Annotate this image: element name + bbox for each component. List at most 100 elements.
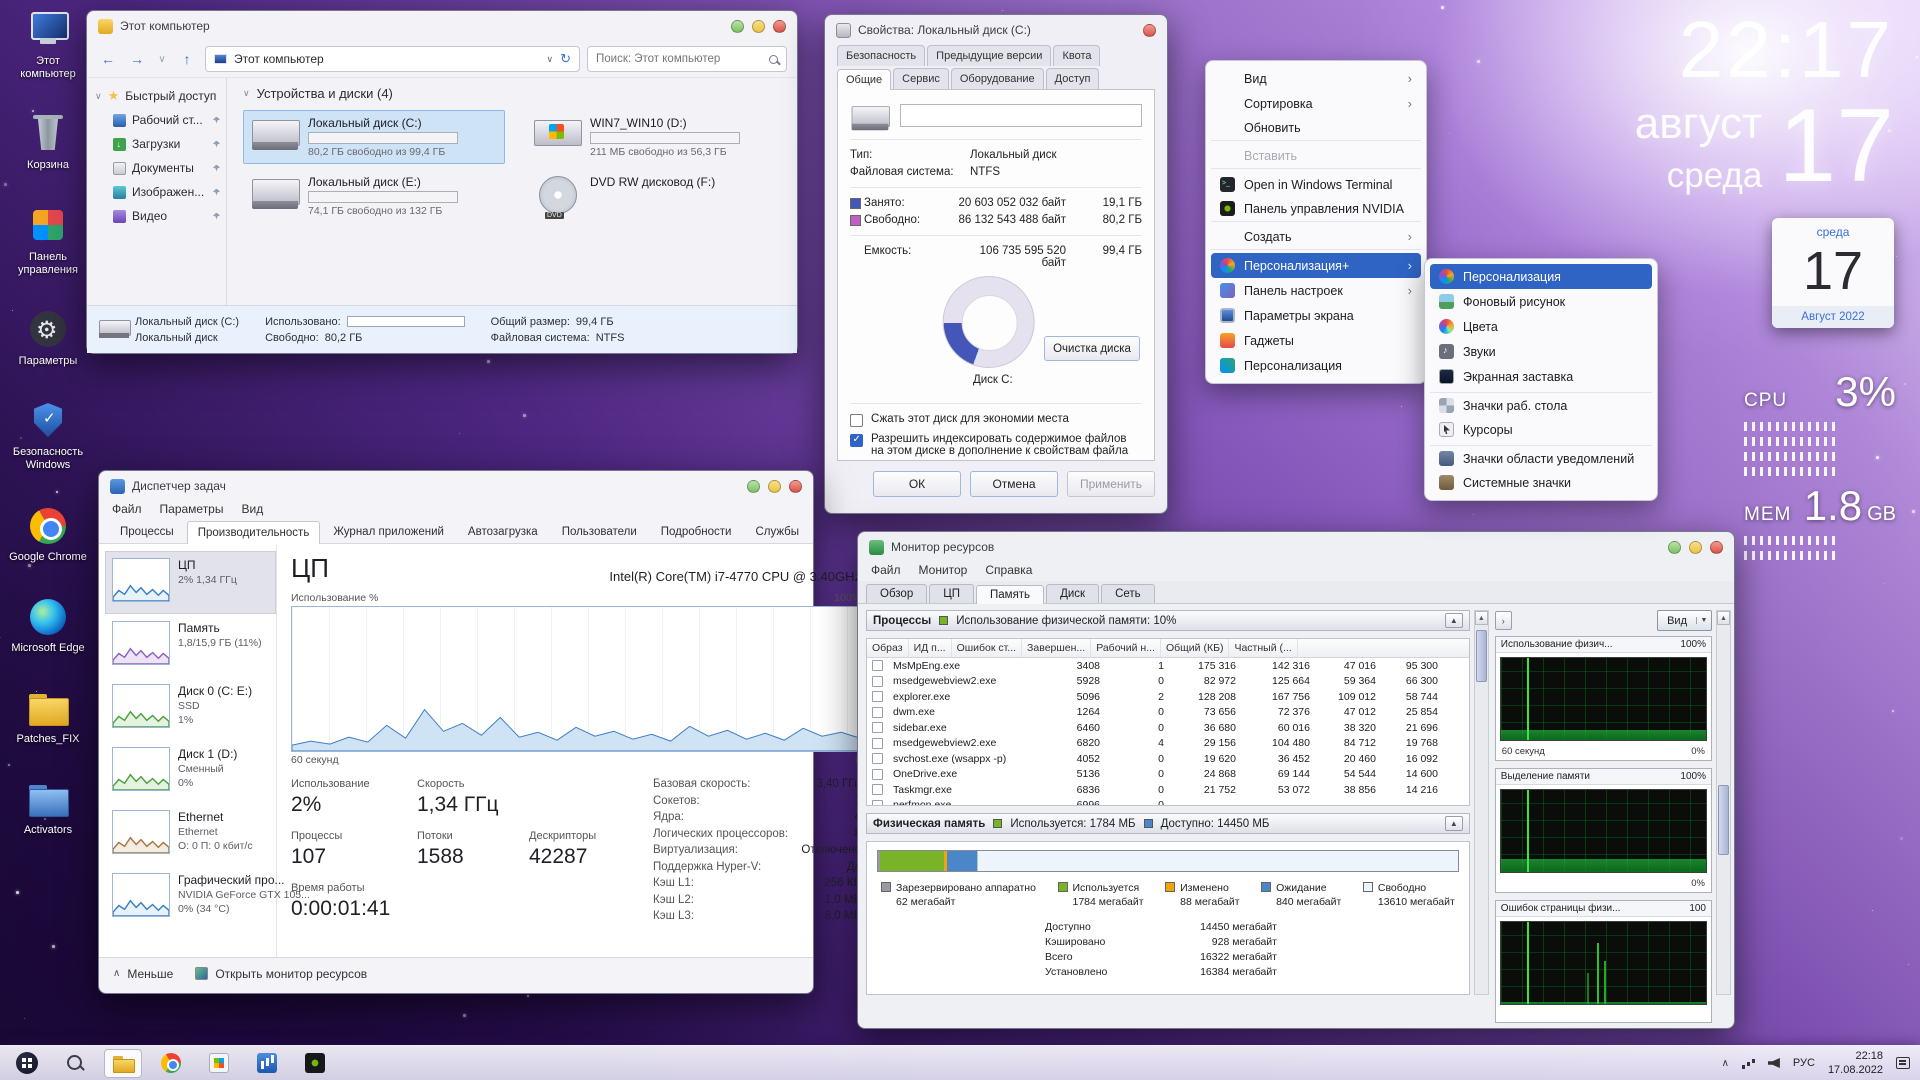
column-header[interactable]: Завершен... bbox=[1022, 639, 1091, 657]
performance-card[interactable]: Диск 0 (C: E:) SSD 1% bbox=[105, 677, 276, 740]
task-manager-tab[interactable]: Процессы bbox=[109, 520, 185, 543]
refresh-icon[interactable]: ↻ bbox=[560, 51, 571, 67]
process-checkbox[interactable] bbox=[872, 800, 883, 806]
sidebar-item[interactable]: Загрузки bbox=[95, 132, 226, 156]
process-row[interactable]: sidebar.exe 6460 0 36 680 60 016 38 320 … bbox=[867, 720, 1469, 736]
properties-tab[interactable]: Общие bbox=[837, 69, 891, 90]
submenu-item[interactable]: Цвета bbox=[1430, 314, 1652, 339]
resource-monitor-tab[interactable]: ЦП bbox=[929, 584, 974, 603]
search-input[interactable] bbox=[596, 53, 763, 65]
menubar-item[interactable]: Справка bbox=[985, 563, 1032, 577]
process-row[interactable]: msedgewebview2.exe 5928 0 82 972 125 664… bbox=[867, 674, 1469, 690]
submenu-item[interactable]: Звуки bbox=[1430, 339, 1652, 364]
taskbar-app-button[interactable] bbox=[152, 1049, 190, 1078]
process-row[interactable]: svchost.exe (wsappx -p) 4052 0 19 620 36… bbox=[867, 751, 1469, 767]
properties-tab[interactable]: Предыдущие версии bbox=[927, 45, 1051, 66]
performance-card[interactable]: Ethernet Ethernet О: 0 П: 0 кбит/с bbox=[105, 803, 276, 866]
process-checkbox[interactable] bbox=[872, 707, 883, 718]
performance-card[interactable]: ЦП 2% 1,34 ГГц bbox=[105, 551, 276, 614]
properties-titlebar[interactable]: Свойства: Локальный диск (C:) bbox=[825, 15, 1167, 45]
minimize-button[interactable] bbox=[731, 20, 744, 33]
maximize-button[interactable] bbox=[1689, 541, 1702, 554]
column-header[interactable]: ИД п... bbox=[909, 639, 952, 657]
resource-monitor-tab[interactable]: Диск bbox=[1046, 584, 1099, 603]
taskbar-app-button[interactable] bbox=[296, 1049, 334, 1078]
tray-clock[interactable]: 22:18 17.08.2022 bbox=[1828, 1049, 1883, 1078]
collapse-button[interactable]: ▲ bbox=[1445, 613, 1463, 628]
menu-item[interactable]: Персонализация bbox=[1211, 353, 1421, 378]
close-button[interactable] bbox=[1143, 24, 1156, 37]
drive-tile[interactable]: Локальный диск (C:) 80,2 ГБ свободно из … bbox=[243, 110, 505, 164]
sidebar-item[interactable]: Рабочий ст... bbox=[95, 108, 226, 132]
physical-memory-section-header[interactable]: Физическая память Используется: 1784 МБ … bbox=[866, 813, 1470, 834]
disk-cleanup-button[interactable]: Очистка диска bbox=[1044, 336, 1140, 361]
menu-item[interactable]: Сортировка bbox=[1211, 91, 1421, 116]
submenu-item[interactable]: Курсоры bbox=[1430, 417, 1652, 442]
forward-button[interactable]: → bbox=[126, 48, 148, 70]
desktop-icon[interactable]: Microsoft Edge bbox=[6, 597, 90, 655]
menu-item[interactable]: Гаджеты bbox=[1211, 328, 1421, 353]
processes-section-header[interactable]: Процессы Использование физической памяти… bbox=[866, 610, 1470, 631]
address-bar[interactable]: Этот компьютер ∨ ↻ bbox=[205, 46, 580, 72]
task-manager-tab[interactable]: Службы bbox=[744, 520, 810, 543]
desktop-icon[interactable]: Безопасность Windows bbox=[6, 401, 90, 472]
cancel-button[interactable]: Отмена bbox=[970, 471, 1058, 497]
minimize-button[interactable] bbox=[747, 480, 760, 493]
index-checkbox[interactable] bbox=[850, 434, 863, 447]
menu-item[interactable]: Создать bbox=[1211, 225, 1421, 250]
task-manager-tab[interactable]: Подробности bbox=[650, 520, 743, 543]
process-checkbox[interactable] bbox=[872, 784, 883, 795]
task-manager-tab[interactable]: Журнал приложений bbox=[322, 520, 455, 543]
task-manager-tab[interactable]: Пользователи bbox=[551, 520, 648, 543]
sidebar-item[interactable]: Изображен... bbox=[95, 180, 226, 204]
scrollbar-thumb[interactable] bbox=[1476, 630, 1487, 682]
process-checkbox[interactable] bbox=[872, 722, 883, 733]
process-checkbox[interactable] bbox=[872, 691, 883, 702]
apply-button[interactable]: Применить bbox=[1067, 471, 1155, 497]
taskbar-app-button[interactable] bbox=[56, 1049, 94, 1078]
process-row[interactable]: OneDrive.exe 5136 0 24 868 69 144 54 544… bbox=[867, 767, 1469, 783]
taskbar-app-button[interactable] bbox=[200, 1049, 238, 1078]
submenu-item[interactable]: Фоновый рисунок bbox=[1430, 289, 1652, 314]
properties-tab[interactable]: Безопасность bbox=[837, 45, 925, 66]
process-checkbox[interactable] bbox=[872, 676, 883, 687]
process-checkbox[interactable] bbox=[872, 769, 883, 780]
scroll-up-arrow[interactable]: ▲ bbox=[1475, 611, 1488, 625]
process-row[interactable]: msedgewebview2.exe 6820 4 29 156 104 480… bbox=[867, 736, 1469, 752]
process-checkbox[interactable] bbox=[872, 753, 883, 764]
explorer-titlebar[interactable]: Этот компьютер bbox=[87, 11, 797, 41]
column-header[interactable]: Образ bbox=[867, 639, 909, 657]
desktop-icon[interactable]: Patches_FIX bbox=[6, 688, 90, 746]
process-checkbox[interactable] bbox=[872, 660, 883, 671]
submenu-item[interactable]: Экранная заставка bbox=[1430, 364, 1652, 389]
process-row[interactable]: explorer.exe 5096 2 128 208 167 756 109 … bbox=[867, 689, 1469, 705]
desktop-icon[interactable]: Google Chrome bbox=[6, 506, 90, 564]
scroll-up-arrow[interactable]: ▲ bbox=[1717, 611, 1730, 625]
process-row[interactable]: dwm.exe 1264 0 73 656 72 376 47 012 25 8… bbox=[867, 705, 1469, 721]
taskbar-app-button[interactable] bbox=[248, 1049, 286, 1078]
drive-tile[interactable]: DVD RW дисковод (F:) bbox=[525, 169, 787, 223]
performance-card[interactable]: Память 1,8/15,9 ГБ (11%) bbox=[105, 614, 276, 677]
sidebar-item[interactable]: Документы bbox=[95, 156, 226, 180]
submenu-item[interactable]: Значки раб. стола bbox=[1430, 392, 1652, 417]
menubar-item[interactable]: Параметры bbox=[160, 502, 224, 516]
drive-tile[interactable]: WIN7_WIN10 (D:) 211 МБ свободно из 56,3 … bbox=[525, 110, 787, 164]
menu-item[interactable]: Панель настроек bbox=[1211, 278, 1421, 303]
performance-card[interactable]: Диск 1 (D:) Сменный 0% bbox=[105, 740, 276, 803]
volume-label-input[interactable] bbox=[900, 104, 1142, 127]
menu-item[interactable]: Параметры экрана bbox=[1211, 303, 1421, 328]
open-resource-monitor-link[interactable]: Открыть монитор ресурсов bbox=[195, 967, 367, 981]
sidebar-quick-access[interactable]: ∨ ★ Быстрый доступ bbox=[95, 84, 226, 108]
address-dropdown-chevron[interactable]: ∨ bbox=[547, 54, 554, 65]
menubar-item[interactable]: Монитор bbox=[919, 563, 968, 577]
recent-locations-chevron[interactable]: ∨ bbox=[155, 48, 169, 70]
column-header[interactable]: Общий (КБ) bbox=[1161, 639, 1229, 657]
menubar-item[interactable]: Файл bbox=[112, 502, 142, 516]
maximize-button[interactable] bbox=[768, 480, 781, 493]
taskbar-app-button[interactable] bbox=[8, 1049, 46, 1078]
up-button[interactable]: ↑ bbox=[176, 48, 198, 70]
close-button[interactable] bbox=[1710, 541, 1723, 554]
menubar-item[interactable]: Файл bbox=[871, 563, 901, 577]
menu-item[interactable]: Панель управления NVIDIA bbox=[1211, 197, 1421, 222]
compress-checkbox[interactable] bbox=[850, 414, 863, 427]
